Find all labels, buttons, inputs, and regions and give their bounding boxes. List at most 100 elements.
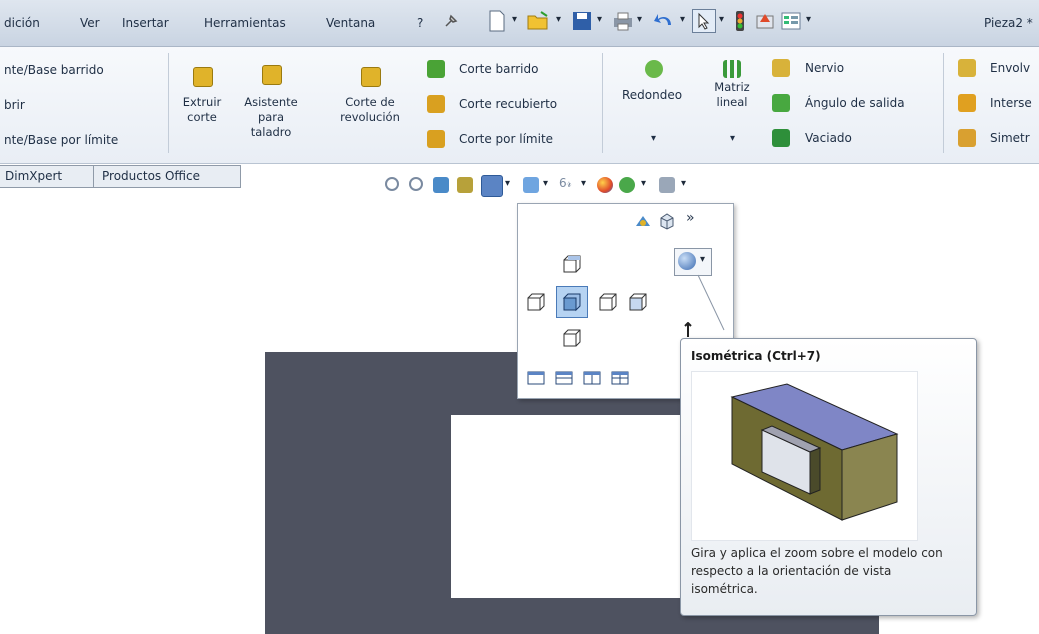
select-cursor-icon[interactable] bbox=[692, 9, 716, 33]
right-view-icon[interactable] bbox=[598, 292, 618, 312]
isometric-view-button[interactable] bbox=[556, 286, 588, 318]
tab-productos-office[interactable]: Productos Office bbox=[93, 165, 241, 188]
intersectar-button[interactable]: Interse bbox=[990, 96, 1032, 110]
matriz-lineal-button[interactable]: Matriz lineal bbox=[706, 80, 758, 110]
menu-ver[interactable]: Ver bbox=[80, 16, 100, 30]
tooltip-preview-image bbox=[691, 371, 918, 541]
menu-help[interactable]: ? bbox=[417, 16, 423, 30]
view-heads-up-toolbar: ▾ ▾ 6𝓇 ▾ ▾ ▾ bbox=[385, 175, 825, 197]
apply-scene-icon[interactable] bbox=[619, 177, 635, 193]
boundary-cut-icon bbox=[427, 130, 445, 148]
ribbon-item-recubrir[interactable]: brir bbox=[4, 98, 25, 112]
dropdown-arrow-icon[interactable]: ▾ bbox=[681, 178, 686, 189]
previous-view-icon[interactable] bbox=[433, 177, 449, 193]
revolved-cut-icon[interactable] bbox=[361, 67, 381, 87]
hole-wizard-icon[interactable] bbox=[262, 65, 282, 85]
rib-icon bbox=[772, 59, 790, 77]
save-icon[interactable] bbox=[572, 11, 592, 31]
menu-edicion[interactable]: dición bbox=[4, 16, 40, 30]
open-folder-icon[interactable] bbox=[527, 10, 549, 32]
label-line: Matriz bbox=[714, 80, 750, 94]
ribbon-separator bbox=[168, 53, 169, 153]
view-cube-icon[interactable] bbox=[658, 212, 676, 230]
label-line: corte bbox=[187, 110, 217, 124]
four-view-icon[interactable] bbox=[610, 368, 630, 388]
ribbon-item-limite[interactable]: nte/Base por límite bbox=[4, 133, 118, 147]
dropdown-arrow-icon[interactable]: ▾ bbox=[543, 178, 548, 189]
fillet-icon[interactable] bbox=[645, 60, 663, 78]
menu-insertar[interactable]: Insertar bbox=[122, 16, 169, 30]
new-document-icon[interactable] bbox=[488, 10, 506, 32]
asistente-taladro-button[interactable]: Asistente para taladro bbox=[240, 95, 302, 140]
nervio-button[interactable]: Nervio bbox=[805, 61, 844, 75]
view-settings-icon[interactable] bbox=[659, 177, 675, 193]
dropdown-arrow-icon[interactable]: ▾ bbox=[641, 178, 646, 189]
angulo-salida-button[interactable]: Ángulo de salida bbox=[805, 96, 905, 110]
ribbon-item-barrido[interactable]: nte/Base barrido bbox=[4, 63, 104, 77]
dropdown-arrow-icon[interactable]: ▾ bbox=[505, 178, 510, 189]
menu-ventana[interactable]: Ventana bbox=[326, 16, 375, 30]
top-view-icon[interactable] bbox=[562, 254, 582, 274]
two-view-vertical-icon[interactable] bbox=[582, 368, 602, 388]
options-icon[interactable] bbox=[780, 10, 802, 32]
corte-revolucion-button[interactable]: Corte de revolución bbox=[336, 95, 404, 125]
dropdown-arrow-icon[interactable]: ▾ bbox=[637, 14, 642, 25]
section-view-icon[interactable] bbox=[457, 177, 473, 193]
single-view-icon[interactable] bbox=[526, 368, 546, 388]
vaciado-button[interactable]: Vaciado bbox=[805, 131, 852, 145]
corte-por-limite-button[interactable]: Corte por límite bbox=[459, 132, 553, 146]
corte-recubierto-button[interactable]: Corte recubierto bbox=[459, 97, 557, 111]
draft-icon bbox=[772, 94, 790, 112]
dropdown-arrow-icon[interactable]: ▾ bbox=[651, 133, 656, 144]
tooltip-pointer bbox=[697, 274, 725, 331]
dropdown-arrow-icon[interactable]: ▾ bbox=[806, 14, 811, 25]
sphere-icon bbox=[678, 252, 696, 270]
dropdown-arrow-icon[interactable]: ▾ bbox=[597, 14, 602, 25]
tab-dimxpert[interactable]: DimXpert bbox=[0, 165, 94, 188]
extruir-corte-button[interactable]: Extruir corte bbox=[173, 95, 231, 125]
isometric-cube-icon bbox=[562, 293, 581, 312]
hide-show-items-icon[interactable]: 6𝓇 bbox=[559, 176, 572, 191]
envolver-button[interactable]: Envolv bbox=[990, 61, 1030, 75]
label-line: revolución bbox=[340, 110, 400, 124]
label-line: Asistente bbox=[244, 95, 298, 109]
pin-icon[interactable] bbox=[442, 12, 460, 30]
tooltip-title: Isométrica (Ctrl+7) bbox=[691, 349, 821, 363]
undo-icon[interactable] bbox=[653, 9, 675, 31]
linear-pattern-icon[interactable] bbox=[723, 60, 741, 78]
extrude-cut-icon[interactable] bbox=[193, 67, 213, 87]
bottom-view-icon[interactable] bbox=[562, 328, 582, 348]
document-title: Pieza2 * bbox=[984, 16, 1033, 30]
label-line: taladro bbox=[250, 125, 292, 139]
display-style-icon[interactable] bbox=[523, 177, 539, 193]
corte-barrido-button[interactable]: Corte barrido bbox=[459, 62, 538, 76]
isometric-model-illustration bbox=[730, 383, 899, 521]
shell-icon bbox=[772, 129, 790, 147]
simetria-button[interactable]: Simetr bbox=[990, 131, 1030, 145]
dropdown-arrow-icon[interactable]: ▾ bbox=[512, 14, 517, 25]
menu-bar: dición Ver Insertar Herramientas Ventana… bbox=[0, 0, 1039, 47]
dropdown-arrow-icon[interactable]: ▾ bbox=[730, 133, 735, 144]
dropdown-arrow-icon: ▾ bbox=[700, 254, 706, 265]
dropdown-arrow-icon[interactable]: ▾ bbox=[680, 14, 685, 25]
back-view-icon[interactable] bbox=[628, 292, 648, 312]
ribbon-separator bbox=[602, 53, 603, 153]
two-view-horizontal-icon[interactable] bbox=[554, 368, 574, 388]
redondeo-button[interactable]: Redondeo bbox=[622, 88, 682, 102]
dropdown-arrow-icon[interactable]: ▾ bbox=[581, 178, 586, 189]
mirror-icon bbox=[958, 129, 976, 147]
tooltip-description: Gira y aplica el zoom sobre el modelo co… bbox=[691, 546, 943, 596]
dropdown-arrow-icon[interactable]: ▾ bbox=[556, 14, 561, 25]
more-button[interactable]: » bbox=[686, 210, 695, 226]
rebuild-icon[interactable] bbox=[754, 10, 776, 32]
dropdown-arrow-icon[interactable]: ▾ bbox=[719, 14, 724, 25]
zoom-to-area-icon[interactable] bbox=[409, 177, 423, 191]
view-orientation-icon[interactable] bbox=[481, 175, 503, 197]
print-icon[interactable] bbox=[612, 11, 634, 31]
left-view-icon[interactable] bbox=[526, 292, 546, 312]
zoom-to-fit-icon[interactable] bbox=[385, 177, 399, 191]
view-selector-icon[interactable] bbox=[634, 212, 652, 230]
edit-appearance-icon[interactable] bbox=[597, 177, 613, 193]
menu-herramientas[interactable]: Herramientas bbox=[204, 16, 286, 30]
traffic-light-icon[interactable] bbox=[735, 10, 745, 32]
